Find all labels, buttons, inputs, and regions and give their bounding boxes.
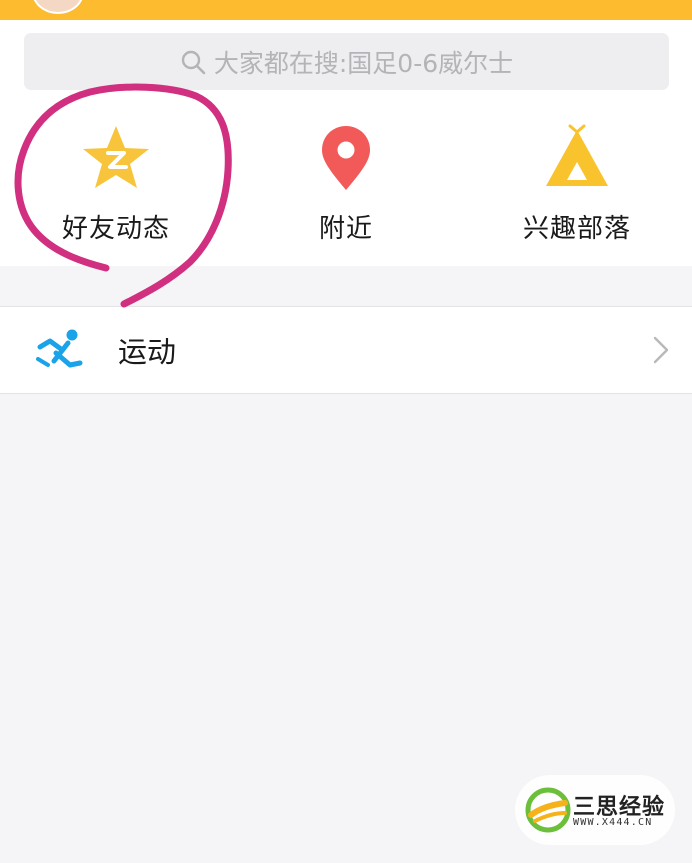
running-icon [36,329,83,368]
search-bar[interactable]: 大家都在搜:国足0-6威尔士 [24,33,669,90]
quick-action-label: 好友动态 [61,214,170,244]
quick-action-nearby[interactable]: 附近 [246,124,446,244]
quick-action-label: 附近 [318,214,373,244]
avatar[interactable] [32,0,84,14]
search-icon [181,50,206,74]
watermark-url: WWW.X444.CN [573,817,653,828]
list-item-label: 运动 [118,335,177,369]
quick-action-friend-feed[interactable]: 好友动态 [16,124,216,244]
quick-action-interest-tribe[interactable]: 兴趣部落 [477,124,677,244]
qzone-star-icon [83,126,149,188]
search-placeholder: 大家都在搜:国足0-6威尔士 [213,48,514,78]
watermark-logo-icon [525,787,571,833]
discover-panel: 大家都在搜:国足0-6威尔士 好友动态 附近 兴趣部落 [0,20,692,266]
watermark: 三思经验 WWW.X444.CN [515,775,675,845]
tent-icon [546,124,608,186]
location-pin-icon [322,126,370,190]
top-bar [0,0,692,20]
chevron-right-icon [653,336,669,364]
list-item-sports[interactable]: 运动 [0,306,692,394]
quick-action-label: 兴趣部落 [522,214,631,244]
